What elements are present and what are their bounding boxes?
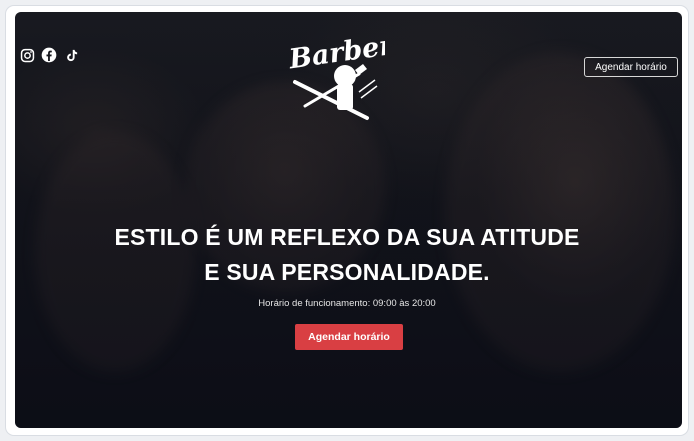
hero-headline-line1: ESTILO É UM REFLEXO DA SUA ATITUDE [114,224,580,250]
hero-headline-line2: E SUA PERSONALIDADE. [204,259,490,285]
barber-logo[interactable]: Barber [285,14,397,124]
instagram-icon[interactable] [19,47,35,63]
social-links [19,47,79,63]
tiktok-icon[interactable] [63,47,79,63]
opening-hours: Horário de funcionamento: 09:00 às 20:00 [258,298,436,309]
facebook-icon[interactable] [41,47,57,63]
hero-schedule-button[interactable]: Agendar horário [295,324,403,350]
logo-text: Barber [286,30,385,76]
header-schedule-button[interactable]: Agendar horário [584,57,678,77]
